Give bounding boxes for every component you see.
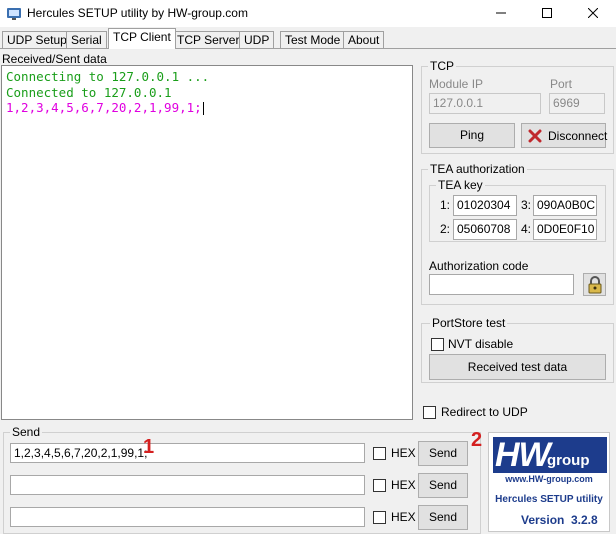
port-label: Port [550, 77, 573, 91]
app-icon [7, 8, 21, 20]
logo-url: www.HW-group.com [505, 474, 593, 484]
ping-button[interactable]: Ping [429, 123, 515, 148]
tab-tcp-server[interactable]: TCP Server [172, 31, 245, 48]
tea-group-label: TEA authorization [428, 162, 527, 176]
disconnect-button[interactable]: Disconnect [521, 123, 608, 148]
tab-tcp-client[interactable]: TCP Client [108, 28, 176, 49]
lock-button[interactable] [583, 273, 606, 296]
tab-udp[interactable]: UDP [239, 31, 275, 48]
tcp-group-label: TCP [428, 59, 456, 73]
authorization-code-label: Authorization code [429, 259, 529, 273]
log-line: Connected to 127.0.0.1 [6, 84, 172, 100]
key4-label: 4: [521, 222, 532, 236]
tab-about[interactable]: About [343, 31, 385, 48]
nvt-disable-checkbox[interactable] [431, 338, 444, 351]
tab-serial[interactable]: Serial [66, 31, 107, 48]
tea-key-4-field[interactable]: 0D0E0F10 [533, 219, 597, 240]
authorization-code-field[interactable] [429, 274, 574, 295]
tab-udp-setup[interactable]: UDP Setup [2, 31, 72, 48]
tab-test-mode[interactable]: Test Mode [280, 31, 346, 48]
logo-product: Hercules SETUP utility [495, 494, 603, 505]
window-title: Hercules SETUP utility by HW-group.com [27, 6, 248, 20]
annotation-1: 1 [143, 436, 155, 458]
disconnect-x-icon [528, 129, 542, 143]
minimize-icon [496, 12, 506, 14]
send-button-3[interactable]: Send [418, 505, 468, 530]
received-sent-label: Received/Sent data [2, 52, 107, 66]
key2-label: 2: [440, 222, 451, 236]
hex-label-1: HEX [391, 446, 416, 460]
hw-group-logo[interactable]: HW group www.HW-group.com Hercules SETUP… [488, 432, 610, 532]
log-line: 1,2,3,4,5,6,7,20,2,1,99,1; [6, 100, 202, 115]
send-button-1[interactable]: Send [418, 441, 468, 466]
key3-label: 3: [521, 198, 532, 212]
tea-key-3-field[interactable]: 090A0B0C [533, 195, 597, 216]
log-line: Connecting to 127.0.0.1 ... [6, 69, 210, 84]
send-input-1[interactable]: 1,2,3,4,5,6,7,20,2,1,99,1; [10, 443, 365, 463]
disconnect-label: Disconnect [548, 129, 608, 143]
key1-label: 1: [440, 198, 451, 212]
nvt-disable-label: NVT disable [448, 337, 514, 351]
hex-label-2: HEX [391, 478, 416, 492]
module-ip-label: Module IP [429, 77, 484, 91]
tea-key-1-field[interactable]: 01020304 [453, 195, 517, 216]
logo-version-label: Version [521, 513, 565, 527]
hex-label-3: HEX [391, 510, 416, 524]
send-button-2[interactable]: Send [418, 473, 468, 498]
send-input-3[interactable] [10, 507, 365, 527]
minimize-button[interactable] [478, 0, 524, 27]
hex-checkbox-2[interactable] [373, 479, 386, 492]
maximize-button[interactable] [524, 0, 570, 27]
logo-group-text: group [547, 452, 590, 469]
hex-checkbox-1[interactable] [373, 447, 386, 460]
padlock-icon [588, 276, 602, 294]
tea-key-2-field[interactable]: 05060708 [453, 219, 517, 240]
title-bar[interactable]: Hercules SETUP utility by HW-group.com [0, 0, 616, 27]
redirect-to-udp-label: Redirect to UDP [441, 405, 528, 419]
annotation-2: 2 [471, 429, 483, 451]
log-line-row: 1,2,3,4,5,6,7,20,2,1,99,1; [6, 100, 412, 116]
logo-version-number: 3.2.8 [571, 513, 598, 527]
logo-hw-text: HW [495, 436, 551, 474]
module-ip-field[interactable]: 127.0.0.1 [429, 93, 541, 114]
port-field[interactable]: 6969 [549, 93, 605, 114]
redirect-to-udp-checkbox[interactable] [423, 406, 436, 419]
tea-key-label: TEA key [436, 178, 485, 192]
send-group-label: Send [10, 425, 43, 439]
maximize-icon [542, 8, 552, 18]
portstore-group-label: PortStore test [430, 316, 508, 330]
close-button[interactable] [570, 0, 616, 27]
received-data-area[interactable]: Connecting to 127.0.0.1 ... Connected to… [1, 65, 413, 420]
received-test-data-button[interactable]: Received test data [429, 354, 606, 380]
send-input-2[interactable] [10, 475, 365, 495]
hex-checkbox-3[interactable] [373, 511, 386, 524]
text-caret [202, 102, 204, 115]
close-icon [587, 7, 599, 19]
tab-divider [0, 48, 616, 49]
